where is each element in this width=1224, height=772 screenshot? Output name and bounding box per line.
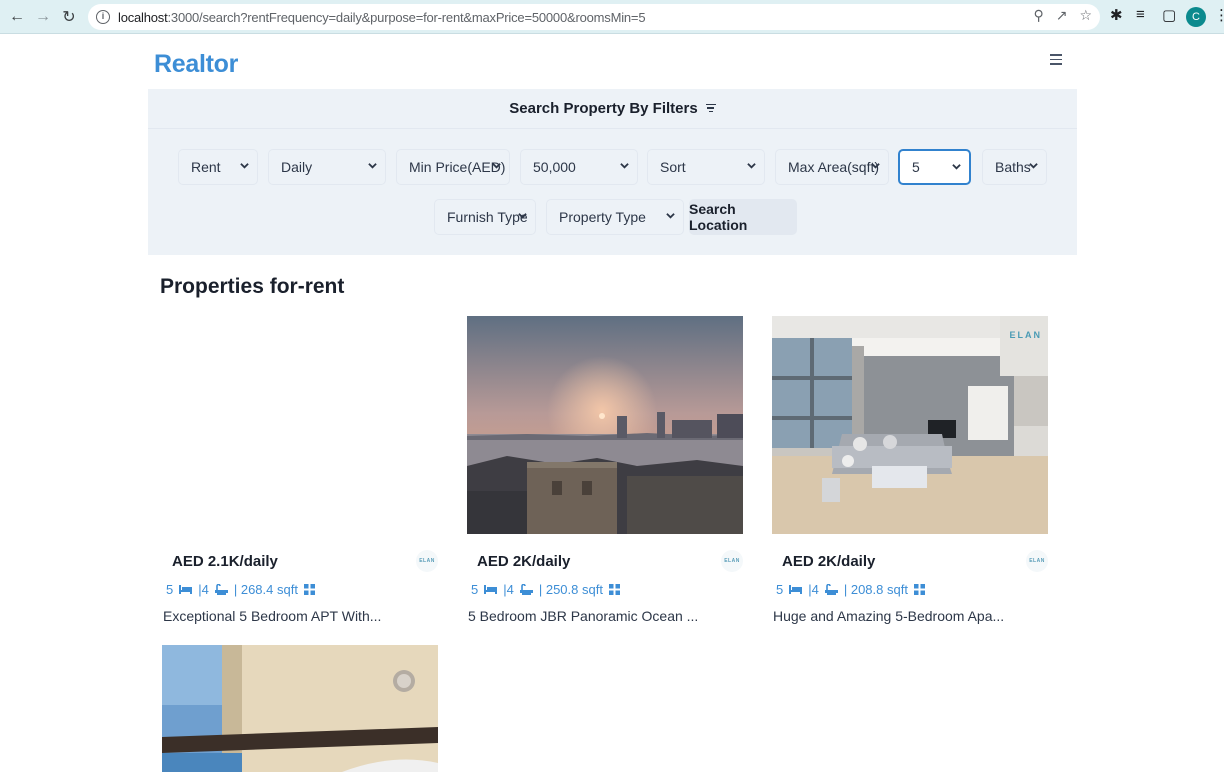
address-bar[interactable]: i localhost:3000/search?rentFrequency=da… [88,4,1100,30]
agency-logo: ELAN [1026,550,1048,572]
max-price-select[interactable]: 50,000 [520,149,638,185]
listing-specs: 5 |4 | 208.8 sqft [776,582,931,597]
chevron-down-icon [747,163,756,169]
chevron-down-icon [871,163,880,169]
filter-icon [705,103,716,114]
browser-menu-icon[interactable]: ⋮ [1214,6,1224,24]
baths-select[interactable]: Baths [982,149,1047,185]
listing-image [162,316,438,534]
side-panel-icon[interactable]: ▢ [1162,6,1176,24]
listing-image [467,316,743,534]
filters-panel: Search Property By Filters Rent Daily Mi… [148,89,1077,255]
extensions-icon[interactable]: ✱ [1110,6,1123,24]
url-text: localhost:3000/search?rentFrequency=dail… [118,9,646,25]
listing-title: Huge and Amazing 5-Bedroom Apa... [773,608,1005,624]
chevron-down-icon [368,163,377,169]
browser-toolbar: ← → ↻ i localhost:3000/search?rentFreque… [0,0,1224,34]
purpose-select[interactable]: Rent [178,149,258,185]
chevron-down-icon [666,213,675,219]
chevron-down-icon [620,163,629,169]
forward-icon[interactable]: → [30,4,56,30]
listing-specs: 5 |4 | 268.4 sqft [166,582,321,597]
back-icon[interactable]: ← [4,4,30,30]
listing-card[interactable]: ELAN AED 2K/daily ELAN 5 |4 | 208.8 sqft… [772,316,1052,636]
listing-title: Exceptional 5 Bedroom APT With... [163,608,382,624]
chevron-down-icon [518,213,527,219]
listing-price: AED 2.1K/daily [172,553,278,570]
bathtub-icon [214,583,228,595]
furnish-type-select[interactable]: Furnish Type [434,199,536,235]
listing-card[interactable]: AED 2K/daily ELAN 5 |4 | 250.8 sqft 5 Be… [467,316,747,636]
profile-avatar[interactable]: C [1186,7,1206,27]
brand-logo[interactable]: Realtor [154,50,238,79]
listing-price: AED 2K/daily [477,553,571,570]
bathtub-icon [824,583,838,595]
listing-price: AED 2K/daily [782,553,876,570]
bed-icon [179,585,193,594]
share-icon[interactable]: ↗ [1056,7,1068,24]
bookmark-star-icon[interactable]: ☆ [1079,7,1092,24]
rent-frequency-select[interactable]: Daily [268,149,386,185]
bathtub-icon [519,583,533,595]
rooms-select[interactable]: 5 [898,149,971,185]
area-grid-icon [913,584,925,595]
bed-icon [789,585,803,594]
agency-logo: ELAN [721,550,743,572]
min-price-select[interactable]: Min Price(AED) [396,149,510,185]
search-location-button[interactable]: Search Location [689,199,797,235]
chevron-down-icon [240,163,249,169]
chevron-down-icon [492,163,501,169]
chevron-down-icon [1029,163,1038,169]
bed-icon [484,585,498,594]
filters-heading: Search Property By Filters [509,100,698,117]
reading-list-icon[interactable]: ≡ [1136,6,1145,23]
listing-image: ELAN [772,316,1048,534]
filters-toggle[interactable]: Search Property By Filters [148,89,1077,129]
listing-card[interactable] [162,645,442,772]
listing-title: 5 Bedroom JBR Panoramic Ocean ... [468,608,699,624]
listing-image [162,645,438,772]
watermark-logo: ELAN [1009,330,1042,340]
hamburger-menu-icon[interactable] [1050,54,1062,66]
listing-specs: 5 |4 | 250.8 sqft [471,582,626,597]
max-area-select[interactable]: Max Area(sqft) [775,149,889,185]
property-type-select[interactable]: Property Type [546,199,684,235]
agency-logo: ELAN [416,550,438,572]
listing-card[interactable]: AED 2.1K/daily ELAN 5 |4 | 268.4 sqft Ex… [162,316,442,636]
zoom-icon[interactable]: ⚲ [1033,7,1043,24]
sort-select[interactable]: Sort [647,149,765,185]
site-info-icon[interactable]: i [96,10,110,24]
reload-icon[interactable]: ↻ [56,4,82,30]
section-title: Properties for-rent [160,275,345,298]
chevron-down-icon [952,164,961,170]
area-grid-icon [303,584,315,595]
area-grid-icon [608,584,620,595]
